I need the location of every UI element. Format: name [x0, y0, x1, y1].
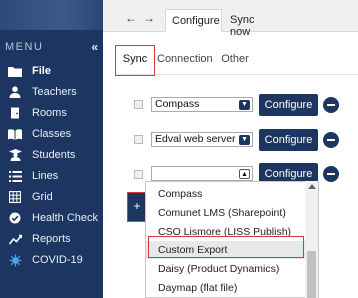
chevron-down-icon: ▼ — [239, 135, 250, 145]
top-tab-bar: ← → Configure Sync now — [103, 0, 358, 38]
sidebar-item-label: Health Check — [32, 212, 99, 224]
subtab-other[interactable]: Other — [219, 48, 251, 70]
sidebar-item-label: COVID-19 — [32, 254, 83, 266]
sidebar-item-health-check[interactable]: Health Check — [0, 208, 103, 228]
sidebar-item-teachers[interactable]: Teachers — [0, 82, 103, 102]
row-checkbox[interactable] — [134, 170, 143, 179]
sidebar: MENU « File Teachers Rooms Classes Stude… — [0, 0, 103, 298]
folder-icon — [8, 65, 22, 77]
remove-row-button[interactable] — [323, 132, 339, 148]
dropdown-option[interactable]: Comunet LMS (Sharepoint) — [146, 204, 306, 222]
chart-icon — [8, 233, 22, 245]
tab-configure[interactable]: Configure — [165, 9, 222, 32]
configure-button[interactable]: Configure — [259, 94, 318, 116]
dropdown-option[interactable]: Daymap (flat file) — [146, 279, 306, 297]
sync-system-select-open[interactable]: ▲ — [151, 166, 253, 181]
row-checkbox[interactable] — [134, 100, 143, 109]
sidebar-item-label: Rooms — [32, 107, 67, 119]
sync-system-select[interactable]: Compass ▼ — [151, 97, 253, 112]
person-icon — [8, 86, 22, 98]
remove-row-button[interactable] — [323, 166, 339, 182]
back-arrow-icon[interactable]: ← — [125, 11, 137, 25]
sidebar-item-label: Grid — [32, 191, 53, 203]
sync-system-select[interactable]: Edval web server ▼ — [151, 132, 253, 147]
door-icon — [8, 107, 22, 119]
chevron-down-icon: ▼ — [239, 100, 250, 110]
sidebar-item-covid-19[interactable]: COVID-19 — [0, 250, 103, 270]
custom-export-highlight — [148, 236, 304, 258]
grid-icon — [8, 191, 22, 203]
sidebar-item-reports[interactable]: Reports — [0, 229, 103, 249]
menu-title: MENU — [5, 41, 44, 53]
sidebar-item-label: Teachers — [32, 86, 77, 98]
sidebar-item-students[interactable]: Students — [0, 145, 103, 165]
subtab-connection[interactable]: Connection — [157, 48, 213, 70]
book-icon — [8, 128, 22, 140]
sidebar-item-label: Reports — [32, 233, 71, 245]
sidebar-item-file[interactable]: File — [0, 61, 103, 81]
scroll-up-arrow-icon[interactable] — [308, 184, 316, 189]
add-sync-button[interactable]: + — [127, 192, 147, 222]
dropdown-option[interactable]: Compass — [146, 185, 306, 203]
row-checkbox[interactable] — [134, 135, 143, 144]
menu-header: MENU « — [5, 40, 98, 54]
student-icon — [8, 149, 22, 161]
sidebar-header-area — [0, 0, 103, 30]
forward-arrow-icon[interactable]: → — [143, 11, 155, 25]
tab-sync-now[interactable]: Sync now — [224, 9, 280, 38]
sidebar-item-rooms[interactable]: Rooms — [0, 103, 103, 123]
sidebar-item-grid[interactable]: Grid — [0, 187, 103, 207]
dropdown-option[interactable]: Daisy (Product Dynamics) — [146, 260, 306, 278]
health-check-icon — [8, 212, 22, 224]
sidebar-item-label: Classes — [32, 128, 72, 140]
remove-row-button[interactable] — [323, 97, 339, 113]
configure-button[interactable]: Configure — [259, 129, 318, 151]
sync-tab-highlight — [115, 45, 155, 76]
dropdown-scrollbar[interactable] — [305, 181, 318, 298]
sidebar-item-classes[interactable]: Classes — [0, 124, 103, 144]
scrollbar-thumb[interactable] — [307, 251, 316, 298]
virus-icon — [8, 254, 22, 266]
collapse-sidebar-button[interactable]: « — [91, 40, 98, 54]
sidebar-item-lines[interactable]: Lines — [0, 166, 103, 186]
sidebar-item-label: Lines — [32, 170, 59, 182]
lines-icon — [8, 170, 22, 182]
chevron-up-icon: ▲ — [239, 169, 250, 179]
select-value: Compass — [155, 98, 200, 110]
sidebar-item-label: Students — [32, 149, 76, 161]
select-value: Edval web server — [155, 133, 236, 145]
sidebar-item-label: File — [32, 65, 51, 77]
